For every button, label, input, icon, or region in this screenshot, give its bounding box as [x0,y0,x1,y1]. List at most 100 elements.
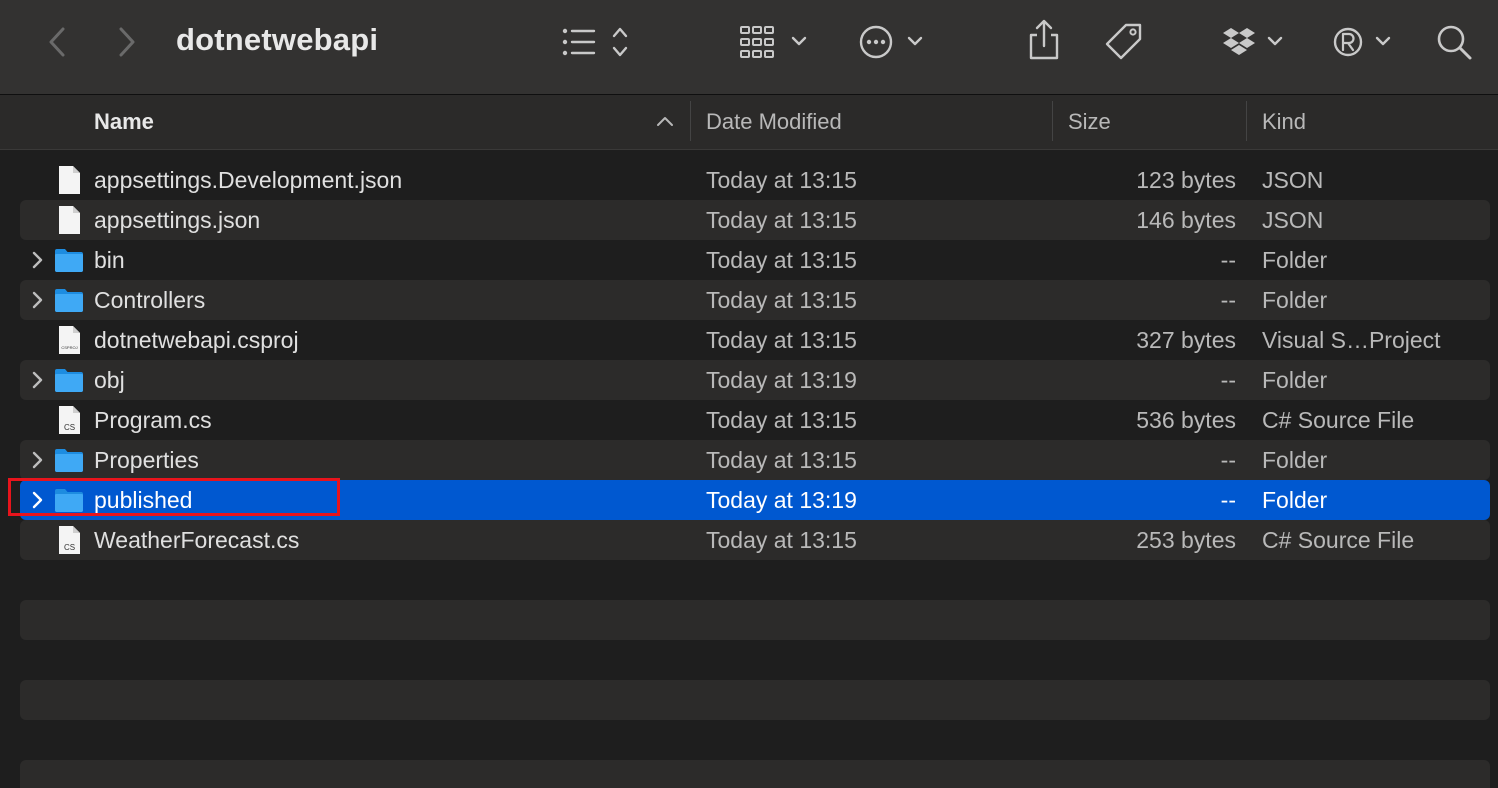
file-date-modified: Today at 13:15 [706,286,857,313]
column-date-label: Date Modified [706,109,842,134]
file-date-modified: Today at 13:15 [706,166,857,193]
folder-icon [55,369,83,392]
file-row[interactable]: CSPROJ dotnetwebapi.csproj Today at 13:15 3… [20,320,1490,360]
registered-button[interactable] [1330,22,1396,62]
file-row[interactable]: obj Today at 13:19 -- Folder [20,360,1490,400]
file-date-modified: Today at 13:15 [706,526,857,553]
file-name: Program.cs [94,406,212,433]
file-kind: Folder [1262,246,1328,273]
folder-icon [55,449,83,472]
file-size: -- [1220,246,1236,273]
group-button[interactable] [736,22,812,62]
column-size[interactable]: Size [1068,95,1238,149]
file-date-modified: Today at 13:15 [706,446,857,473]
file-row[interactable]: bin Today at 13:15 -- Folder [20,240,1490,280]
annotation-highlight-box [8,478,340,516]
folder-icon [55,249,83,272]
file-row[interactable]: appsettings.Development.json Today at 13:… [20,160,1490,200]
column-kind-label: Kind [1262,109,1307,134]
column-kind[interactable]: Kind [1262,95,1492,149]
file-date-modified: Today at 13:15 [706,406,857,433]
csproj-file-icon: CSPROJ [59,326,80,354]
share-button[interactable] [1024,18,1064,62]
file-date-modified: Today at 13:15 [706,246,857,273]
file-name: Properties [94,446,199,473]
file-name: appsettings.json [94,206,261,233]
column-date-modified[interactable]: Date Modified [706,95,1046,149]
csharp-file-icon: CS [59,526,80,554]
column-divider[interactable] [1052,101,1053,141]
search-button[interactable] [1434,22,1476,62]
csharp-file-icon: CS [59,406,80,434]
empty-row [20,680,1490,720]
file-size: -- [1220,366,1236,393]
file-row[interactable]: Properties Today at 13:15 -- Folder [20,440,1490,480]
file-size: -- [1220,446,1236,473]
grid-group-icon [740,26,807,58]
tag-icon [1105,23,1142,60]
column-name[interactable]: Name [94,95,690,149]
more-actions-button[interactable] [856,22,928,62]
toolbar: dotnetwebapi [0,0,1498,95]
file-kind: JSON [1262,206,1324,233]
search-icon [1437,25,1472,60]
file-kind: C# Source File [1262,526,1415,553]
file-row[interactable]: appsettings.json Today at 13:15 146 bytes J… [20,200,1490,240]
column-divider[interactable] [690,101,691,141]
ellipsis-circle-icon [859,25,923,59]
file-size: 146 bytes [1136,206,1236,233]
folder-icon [55,289,83,312]
disclosure-chevron-icon[interactable] [28,450,48,470]
file-date-modified: Today at 13:19 [706,486,857,513]
list-view-icon [562,27,628,57]
file-size: 123 bytes [1136,166,1236,193]
file-name: bin [94,246,125,273]
file-name: appsettings.Development.json [94,166,403,193]
view-options-button[interactable] [558,22,638,62]
file-row[interactable]: Controllers Today at 13:15 -- Folder [20,280,1490,320]
file-size: 536 bytes [1136,406,1236,433]
empty-row [20,760,1490,788]
file-kind: Folder [1262,286,1328,313]
file-name: Controllers [94,286,206,313]
file-row[interactable]: CS Program.cs Today at 13:15 536 bytes C# So… [20,400,1490,440]
file-kind: JSON [1262,166,1324,193]
registered-icon [1333,27,1391,57]
sort-ascending-icon [657,117,673,126]
share-icon [1029,19,1059,60]
file-kind: Folder [1262,366,1328,393]
document-icon [59,206,80,234]
tags-button[interactable] [1102,22,1146,62]
file-kind: Visual S…Project [1262,326,1441,353]
disclosure-chevron-icon[interactable] [28,290,48,310]
forward-button[interactable] [110,24,144,60]
dropbox-icon [1223,28,1283,55]
chevron-left-icon [49,27,65,57]
column-name-label: Name [94,109,154,134]
empty-row [20,600,1490,640]
file-kind: C# Source File [1262,406,1415,433]
file-date-modified: Today at 13:19 [706,366,857,393]
file-kind: Folder [1262,446,1328,473]
file-date-modified: Today at 13:15 [706,326,857,353]
column-header: Name Date Modified Size Kind [0,95,1498,150]
column-divider[interactable] [1246,101,1247,141]
file-icon-label: CSPROJ [61,345,77,350]
file-name: obj [94,366,125,393]
file-name: WeatherForecast.cs [94,526,300,553]
file-size: 253 bytes [1136,526,1236,553]
file-size: 327 bytes [1136,326,1236,353]
disclosure-chevron-icon[interactable] [28,250,48,270]
disclosure-chevron-icon[interactable] [28,370,48,390]
file-row[interactable]: CS WeatherForecast.cs Today at 13:15 253 by… [20,520,1490,560]
window-title: dotnetwebapi [176,22,379,57]
document-icon [59,166,80,194]
file-size: -- [1220,486,1236,513]
dropbox-button[interactable] [1220,22,1290,62]
file-kind: Folder [1262,486,1328,513]
file-date-modified: Today at 13:15 [706,206,857,233]
column-size-label: Size [1068,109,1111,134]
back-button[interactable] [40,24,74,60]
file-icon-label: CS [64,423,75,432]
chevron-right-icon [119,27,135,57]
